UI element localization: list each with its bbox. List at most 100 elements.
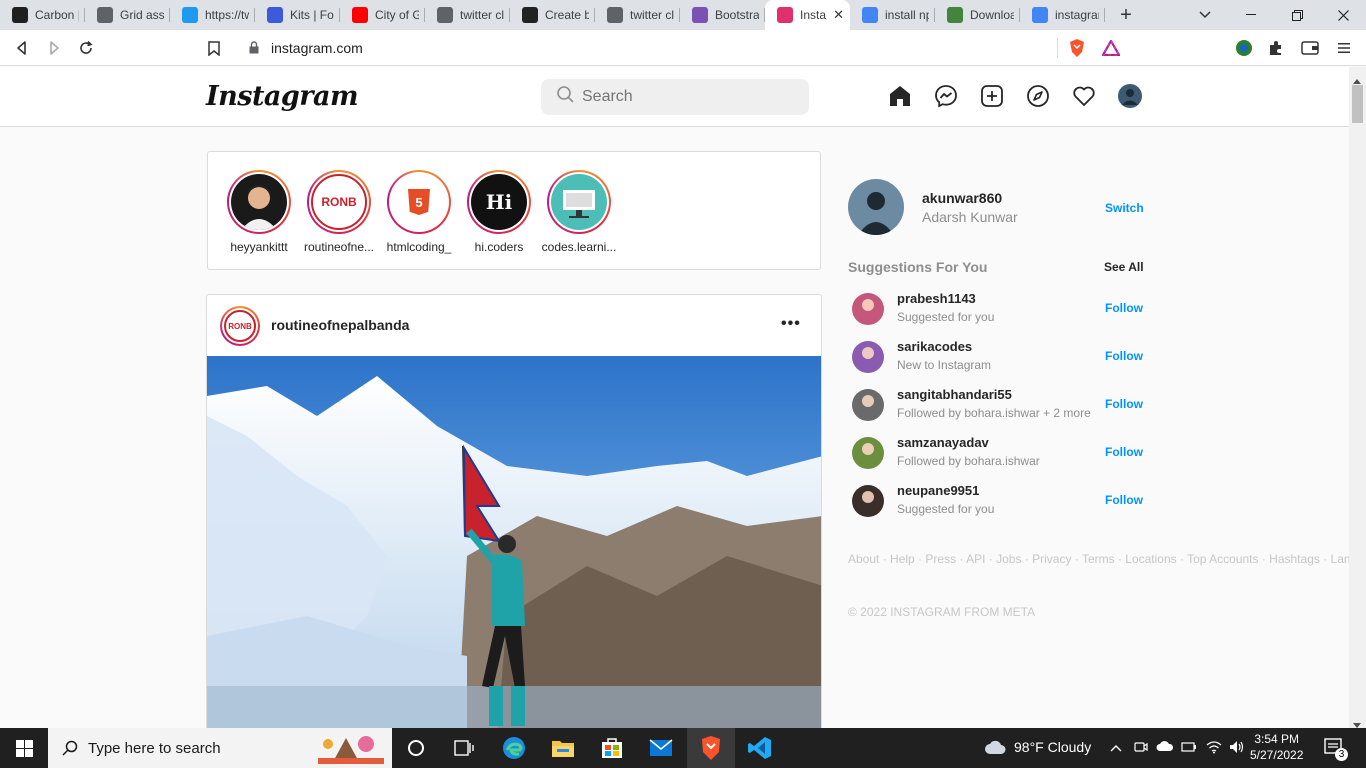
my-profile-avatar[interactable] xyxy=(848,179,904,235)
vscode-icon[interactable] xyxy=(736,728,784,768)
brave-shield-icon[interactable] xyxy=(1068,39,1086,57)
browser-tab[interactable]: install np xyxy=(850,0,935,30)
tray-chevron-up-icon[interactable] xyxy=(1110,740,1122,755)
browser-tab[interactable]: Downloa xyxy=(935,0,1020,30)
footer-link[interactable]: Hashtags xyxy=(1269,552,1320,566)
brave-browser-icon[interactable] xyxy=(687,728,735,768)
footer-link[interactable]: Locations xyxy=(1125,552,1176,566)
footer-link[interactable]: Privacy xyxy=(1032,552,1071,566)
browser-tab[interactable]: https://tw xyxy=(170,0,255,30)
footer-link[interactable]: About xyxy=(848,552,879,566)
extension-globe-icon[interactable] xyxy=(1235,39,1253,57)
suggestion-avatar[interactable] xyxy=(852,437,884,469)
suggestion-username[interactable]: prabesh1143 xyxy=(897,291,976,306)
tab-search-icon[interactable] xyxy=(1182,0,1228,30)
close-tab-icon[interactable]: ✕ xyxy=(829,7,844,23)
browser-tab[interactable]: twitter cl xyxy=(425,0,510,30)
post-image[interactable] xyxy=(207,356,821,733)
file-explorer-icon[interactable] xyxy=(539,728,587,768)
task-view-icon[interactable] xyxy=(440,728,488,768)
suggestion-username[interactable]: samzanayadav xyxy=(897,435,989,450)
battery-plug-icon[interactable] xyxy=(1181,740,1197,757)
story-item[interactable]: RONB routineofne... xyxy=(299,170,379,254)
mail-icon[interactable] xyxy=(637,728,685,768)
browser-tab[interactable]: twitter cl xyxy=(595,0,680,30)
meet-now-icon[interactable] xyxy=(1134,740,1148,757)
onedrive-icon[interactable] xyxy=(1156,740,1174,755)
suggestion-row: prabesh1143 Suggested for you Follow xyxy=(848,291,1148,331)
back-icon[interactable] xyxy=(12,38,32,58)
forward-icon[interactable] xyxy=(44,38,64,58)
footer-link[interactable]: Top Accounts xyxy=(1187,552,1258,566)
restore-button[interactable] xyxy=(1274,0,1320,30)
reload-icon[interactable] xyxy=(76,38,96,58)
page-scrollbar[interactable] xyxy=(1349,67,1366,728)
edge-icon[interactable] xyxy=(490,728,538,768)
suggestion-avatar[interactable] xyxy=(852,389,884,421)
browser-tab[interactable]: instagran xyxy=(1020,0,1105,30)
post-username[interactable]: routineofnepalbanda xyxy=(271,317,409,333)
browser-tab[interactable]: Kits | For xyxy=(255,0,340,30)
search-input[interactable] xyxy=(582,88,782,106)
footer-link[interactable]: API xyxy=(966,552,985,566)
browser-tab[interactable]: Insta ✕ xyxy=(765,0,850,30)
browser-tab[interactable]: City of G xyxy=(340,0,425,30)
post-more-options-icon[interactable]: ••• xyxy=(781,315,801,333)
menu-icon[interactable] xyxy=(1335,39,1353,57)
footer-link[interactable]: Terms xyxy=(1082,552,1115,566)
profile-avatar-icon[interactable] xyxy=(1117,83,1143,109)
new-post-icon[interactable] xyxy=(979,83,1005,109)
follow-button[interactable]: Follow xyxy=(1105,301,1143,315)
suggestion-username[interactable]: sarikacodes xyxy=(897,339,972,354)
minimize-button[interactable] xyxy=(1228,0,1274,30)
weather-icon[interactable] xyxy=(984,739,1006,760)
extensions-puzzle-icon[interactable] xyxy=(1267,39,1285,57)
story-item[interactable]: Hi hi.coders xyxy=(459,170,539,254)
explore-icon[interactable] xyxy=(1025,83,1051,109)
suggestion-avatar[interactable] xyxy=(852,341,884,373)
volume-icon[interactable] xyxy=(1229,740,1245,757)
wallet-icon[interactable] xyxy=(1301,39,1319,57)
follow-button[interactable]: Follow xyxy=(1105,349,1143,363)
switch-account-button[interactable]: Switch xyxy=(1105,201,1144,215)
follow-button[interactable]: Follow xyxy=(1105,445,1143,459)
scrollbar-thumb[interactable] xyxy=(1352,85,1363,123)
suggestion-username[interactable]: neupane9951 xyxy=(897,483,979,498)
cortana-icon[interactable] xyxy=(392,728,440,768)
browser-tab[interactable]: Grid assis xyxy=(85,0,170,30)
suggestion-avatar[interactable] xyxy=(852,293,884,325)
search-box[interactable] xyxy=(541,79,809,115)
microsoft-store-icon[interactable] xyxy=(588,728,636,768)
footer-link[interactable]: Jobs xyxy=(996,552,1021,566)
instagram-logo[interactable]: Instagram xyxy=(206,81,359,112)
bookmark-icon[interactable] xyxy=(204,38,224,58)
footer-link[interactable]: Help xyxy=(890,552,915,566)
story-item[interactable]: 5 htmlcoding_ xyxy=(379,170,459,254)
heart-icon[interactable] xyxy=(1071,83,1097,109)
home-icon[interactable] xyxy=(887,83,913,109)
taskbar-search-box[interactable]: Type here to search xyxy=(48,728,392,768)
story-item[interactable]: heyyankittt xyxy=(219,170,299,254)
post-avatar[interactable]: RONB xyxy=(220,306,260,346)
follow-button[interactable]: Follow xyxy=(1105,397,1143,411)
weather-text[interactable]: 98°F Cloudy xyxy=(1014,739,1091,755)
browser-tab[interactable]: Carbon | xyxy=(0,0,85,30)
browser-tab[interactable]: Create b xyxy=(510,0,595,30)
suggestion-row: samzanayadav Followed by bohara.ishwar Fol… xyxy=(848,435,1148,475)
url-input[interactable]: instagram.com xyxy=(271,40,363,56)
messenger-icon[interactable] xyxy=(933,83,959,109)
system-clock[interactable]: 3:54 PM 5/27/2022 xyxy=(1250,731,1303,763)
suggestion-username[interactable]: sangitabhandari55 xyxy=(897,387,1012,402)
wifi-icon[interactable] xyxy=(1206,740,1222,757)
my-username[interactable]: akunwar860 xyxy=(922,190,1002,206)
suggestion-avatar[interactable] xyxy=(852,485,884,517)
story-item[interactable]: codes.learni... xyxy=(539,170,619,254)
follow-button[interactable]: Follow xyxy=(1105,493,1143,507)
close-window-button[interactable] xyxy=(1320,0,1366,30)
brave-rewards-icon[interactable] xyxy=(1102,39,1120,57)
browser-tab[interactable]: Bootstra xyxy=(680,0,765,30)
new-tab-button[interactable]: + xyxy=(1111,0,1141,30)
footer-link[interactable]: Press xyxy=(925,552,956,566)
windows-start-icon[interactable] xyxy=(0,728,48,768)
see-all-link[interactable]: See All xyxy=(1104,260,1144,274)
